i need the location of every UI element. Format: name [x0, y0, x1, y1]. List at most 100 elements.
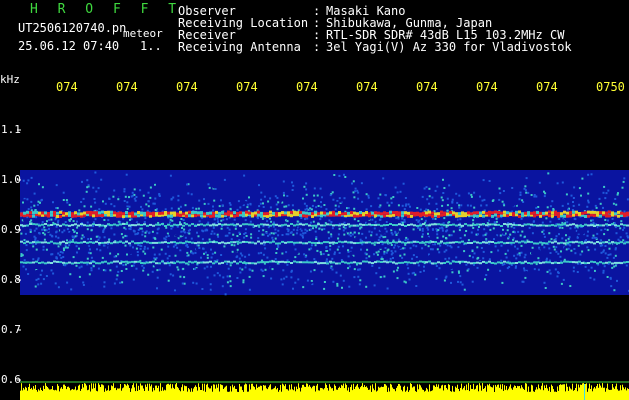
band-segment: [365, 260, 368, 263]
noise-speck: [371, 231, 373, 234]
noise-speck: [491, 200, 494, 202]
strength-bar: [461, 383, 462, 400]
noise-speck: [122, 236, 125, 239]
noise-speck: [299, 209, 302, 212]
band-segment: [419, 224, 422, 227]
strength-bar: [199, 387, 200, 400]
noise-speck: [137, 219, 140, 222]
band-segment: [437, 223, 440, 226]
noise-speck: [303, 185, 306, 188]
strength-bar: [346, 384, 347, 400]
noise-speck: [334, 204, 337, 207]
noise-speck: [282, 191, 285, 194]
strength-bar: [582, 383, 583, 400]
band-segment: [191, 214, 194, 218]
band-segment: [440, 210, 443, 214]
noise-speck: [337, 205, 340, 208]
noise-speck: [263, 195, 266, 198]
noise-speck: [281, 283, 284, 286]
noise-speck: [52, 201, 54, 204]
strength-bar: [245, 383, 246, 400]
noise-speck: [37, 277, 40, 280]
strength-bar: [541, 385, 542, 400]
y-tick-label: 1.1: [1, 123, 21, 136]
counter: 1..: [140, 39, 162, 53]
band-segment: [20, 261, 23, 264]
band-segment: [26, 240, 29, 243]
band-segment: [323, 241, 326, 244]
noise-speck: [436, 208, 439, 211]
noise-speck: [209, 283, 212, 286]
band-segment: [560, 261, 563, 264]
noise-speck: [499, 229, 502, 232]
noise-speck: [290, 256, 292, 259]
strength-bar: [159, 391, 160, 400]
band-segment: [248, 223, 251, 226]
noise-speck: [570, 249, 573, 252]
noise-speck: [524, 253, 527, 256]
strength-bar: [473, 383, 474, 400]
noise-speck: [619, 227, 622, 230]
band-segment: [434, 223, 437, 226]
noise-speck: [470, 193, 473, 196]
strength-bar: [306, 383, 307, 400]
noise-speck: [337, 237, 340, 240]
band-segment: [449, 224, 452, 226]
band-segment: [32, 211, 35, 215]
strength-bar: [358, 387, 359, 400]
strength-bar: [293, 390, 294, 400]
noise-speck: [384, 244, 387, 247]
noise-speck: [586, 205, 589, 208]
strength-bar: [117, 388, 118, 400]
band-segment: [56, 211, 59, 215]
noise-speck: [224, 293, 227, 296]
noise-speck: [309, 198, 312, 201]
noise-speck: [213, 229, 216, 231]
noise-speck: [440, 196, 443, 199]
noise-speck: [250, 236, 253, 239]
band-segment: [92, 260, 95, 263]
strength-bar: [456, 387, 457, 400]
noise-speck: [451, 271, 454, 274]
noise-speck: [547, 172, 550, 175]
band-segment: [299, 223, 302, 226]
noise-speck: [244, 266, 247, 269]
band-segment: [590, 241, 593, 244]
strength-bar: [155, 385, 156, 400]
band-segment: [377, 260, 380, 263]
noise-speck: [425, 186, 428, 189]
noise-speck: [361, 232, 364, 235]
noise-speck: [587, 192, 590, 195]
noise-speck: [179, 251, 182, 254]
band-segment: [488, 210, 491, 214]
noise-speck: [478, 226, 480, 228]
band-segment: [134, 242, 137, 245]
noise-speck: [59, 251, 62, 253]
band-segment: [35, 210, 38, 214]
noise-speck: [74, 197, 77, 200]
strength-bar: [410, 383, 411, 400]
band-segment: [581, 225, 584, 227]
noise-speck: [541, 230, 544, 233]
band-segment: [41, 211, 44, 215]
band-segment: [173, 241, 176, 244]
noise-speck: [188, 232, 191, 235]
noise-speck: [377, 239, 380, 241]
band-segment: [599, 211, 602, 215]
noise-speck: [351, 255, 354, 258]
band-segment: [200, 211, 203, 215]
strength-bar: [92, 388, 93, 400]
noise-speck: [219, 236, 221, 239]
noise-speck: [397, 238, 400, 241]
band-segment: [491, 211, 494, 215]
noise-speck: [339, 274, 342, 277]
band-segment: [149, 241, 152, 244]
band-segment: [356, 212, 359, 216]
band-segment: [512, 241, 515, 244]
band-segment: [140, 224, 143, 226]
band-segment: [101, 224, 104, 227]
strength-bar: [136, 383, 137, 400]
band-segment: [620, 211, 623, 215]
noise-speck: [394, 244, 397, 247]
noise-speck: [89, 284, 92, 287]
